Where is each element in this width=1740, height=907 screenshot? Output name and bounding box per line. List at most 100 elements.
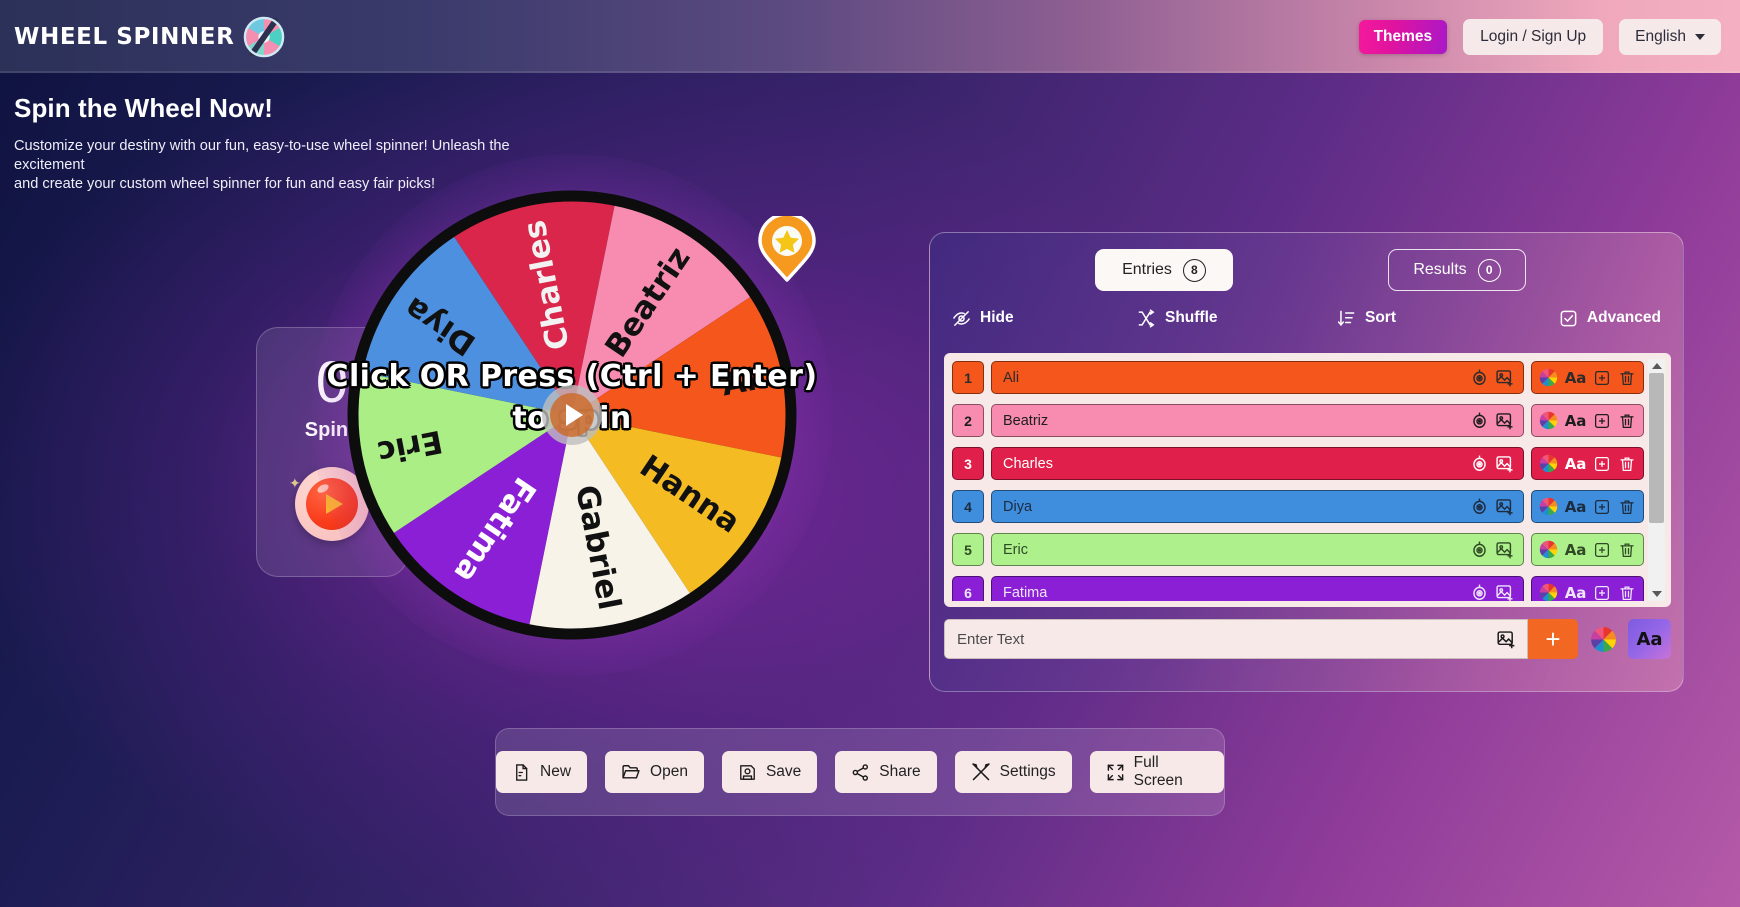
entry-row-quick-icons bbox=[1470, 583, 1515, 602]
entry-row: 1 Ali Aa bbox=[952, 359, 1644, 396]
add-image-icon[interactable] bbox=[1496, 629, 1517, 650]
add-entry-input-wrap[interactable]: Enter Text bbox=[944, 619, 1528, 659]
panel-tabs: Entries 8 Results 0 bbox=[930, 233, 1683, 307]
duplicate-icon[interactable] bbox=[1593, 369, 1611, 387]
eye-target-icon[interactable] bbox=[1470, 454, 1489, 473]
entries-scrollbar[interactable] bbox=[1648, 359, 1665, 601]
scrollbar-thumb[interactable] bbox=[1649, 373, 1664, 523]
bottom-toolbar-button-label: Full Screen bbox=[1133, 754, 1183, 789]
entry-row-font-button[interactable]: Aa bbox=[1565, 412, 1587, 430]
entry-row-input[interactable]: Ali bbox=[991, 361, 1524, 394]
scroll-up-arrow-icon[interactable] bbox=[1651, 363, 1662, 369]
add-image-icon[interactable] bbox=[1495, 368, 1515, 388]
entry-row: 2 Beatriz Aa bbox=[952, 402, 1644, 439]
bottom-toolbar-button-open[interactable]: Open bbox=[605, 751, 704, 793]
entry-row-text: Ali bbox=[1003, 369, 1020, 386]
tab-entries[interactable]: Entries 8 bbox=[1095, 249, 1233, 291]
play-icon bbox=[566, 404, 583, 426]
entry-row-quick-icons bbox=[1470, 497, 1515, 517]
bottom-toolbar-button-share[interactable]: Share bbox=[835, 751, 937, 793]
color-wheel-icon[interactable] bbox=[1539, 540, 1558, 559]
entry-row-input[interactable]: Charles bbox=[991, 447, 1524, 480]
bottom-toolbar-button-save[interactable]: Save bbox=[721, 751, 818, 793]
bottom-toolbar-button-full-screen[interactable]: Full Screen bbox=[1089, 751, 1224, 793]
entry-row-font-button[interactable]: Aa bbox=[1565, 498, 1587, 516]
language-selector[interactable]: English bbox=[1619, 18, 1721, 55]
bottom-toolbar-button-label: Share bbox=[879, 763, 921, 780]
entry-row-font-button[interactable]: Aa bbox=[1565, 541, 1587, 559]
entry-row-font-button[interactable]: Aa bbox=[1565, 584, 1587, 602]
eye-target-icon[interactable] bbox=[1470, 497, 1489, 516]
eye-target-icon[interactable] bbox=[1470, 411, 1489, 430]
add-image-icon[interactable] bbox=[1495, 583, 1515, 602]
shuffle-button[interactable]: Shuffle bbox=[1137, 308, 1337, 328]
trash-icon[interactable] bbox=[1618, 455, 1636, 473]
trash-icon[interactable] bbox=[1618, 584, 1636, 602]
entries-panel: Entries 8 Results 0 Hide Shuffle Sort Ad… bbox=[929, 232, 1684, 692]
themes-button[interactable]: Themes bbox=[1358, 19, 1448, 54]
entry-row-number: 2 bbox=[952, 404, 984, 437]
share-nodes-icon bbox=[851, 763, 870, 782]
add-image-icon[interactable] bbox=[1495, 411, 1515, 431]
entry-row-text: Charles bbox=[1003, 455, 1053, 472]
font-style-button[interactable]: Aa bbox=[1628, 619, 1671, 659]
entry-row-input[interactable]: Eric bbox=[991, 533, 1524, 566]
bottom-toolbar: New Open Save Share Settings Full Screen bbox=[495, 728, 1225, 816]
entry-row: 4 Diya Aa bbox=[952, 488, 1644, 525]
wheel-center-spin-button[interactable] bbox=[542, 385, 602, 445]
login-signup-button[interactable]: Login / Sign Up bbox=[1463, 18, 1604, 55]
add-entry-button[interactable]: + bbox=[1528, 619, 1578, 659]
tab-entries-count: 8 bbox=[1182, 258, 1206, 282]
bottom-toolbar-button-label: Save bbox=[765, 763, 802, 780]
tab-results[interactable]: Results 0 bbox=[1388, 249, 1526, 291]
duplicate-icon[interactable] bbox=[1593, 584, 1611, 602]
wheel-color-button[interactable] bbox=[1586, 619, 1620, 659]
eye-target-icon[interactable] bbox=[1470, 583, 1489, 601]
duplicate-icon[interactable] bbox=[1593, 498, 1611, 516]
color-wheel-icon[interactable] bbox=[1539, 454, 1558, 473]
floppy-save-icon bbox=[738, 763, 757, 782]
color-wheel-icon[interactable] bbox=[1539, 497, 1558, 516]
trash-icon[interactable] bbox=[1618, 498, 1636, 516]
entry-row-input[interactable]: Diya bbox=[991, 490, 1524, 523]
trash-icon[interactable] bbox=[1618, 369, 1636, 387]
duplicate-icon[interactable] bbox=[1593, 412, 1611, 430]
bottom-toolbar-button-label: Settings bbox=[999, 763, 1056, 780]
scrollbar-track[interactable] bbox=[1648, 373, 1665, 587]
advanced-label: Advanced bbox=[1586, 309, 1661, 326]
duplicate-icon[interactable] bbox=[1593, 541, 1611, 559]
add-image-icon[interactable] bbox=[1495, 454, 1515, 474]
eye-target-icon[interactable] bbox=[1470, 540, 1489, 559]
scroll-down-arrow-icon[interactable] bbox=[1651, 591, 1662, 597]
color-wheel-icon[interactable] bbox=[1539, 583, 1558, 601]
color-wheel-icon[interactable] bbox=[1539, 368, 1558, 387]
trash-icon[interactable] bbox=[1618, 412, 1636, 430]
bottom-toolbar-button-settings[interactable]: Settings bbox=[954, 751, 1072, 793]
entry-row-number: 5 bbox=[952, 533, 984, 566]
sort-button[interactable]: Sort bbox=[1337, 309, 1527, 328]
entry-row-font-button[interactable]: Aa bbox=[1565, 455, 1587, 473]
entry-row-input[interactable]: Fatima bbox=[991, 576, 1524, 601]
wheel-container[interactable]: Charles Beatriz Ali Hanna Gabriel Fatima Eric D… bbox=[311, 154, 833, 676]
entry-row-number: 3 bbox=[952, 447, 984, 480]
entry-row-tools: Aa bbox=[1531, 533, 1644, 566]
trash-icon[interactable] bbox=[1618, 541, 1636, 559]
add-image-icon[interactable] bbox=[1495, 497, 1515, 517]
entry-row-input[interactable]: Beatriz bbox=[991, 404, 1524, 437]
shuffle-label: Shuffle bbox=[1165, 309, 1218, 326]
folder-open-icon bbox=[621, 762, 641, 782]
bottom-toolbar-button-new[interactable]: New bbox=[496, 751, 588, 793]
brand[interactable]: WHEEL SPINNER bbox=[14, 16, 285, 58]
wheel-logo-icon bbox=[243, 16, 285, 58]
tab-entries-label: Entries bbox=[1122, 261, 1172, 278]
entry-row: 6 Fatima Aa bbox=[952, 574, 1644, 601]
color-wheel-icon[interactable] bbox=[1539, 411, 1558, 430]
add-image-icon[interactable] bbox=[1495, 540, 1515, 560]
entry-row-number: 6 bbox=[952, 576, 984, 601]
eye-target-icon[interactable] bbox=[1470, 368, 1489, 387]
duplicate-icon[interactable] bbox=[1593, 455, 1611, 473]
hide-button[interactable]: Hide bbox=[952, 309, 1137, 328]
entry-row-font-button[interactable]: Aa bbox=[1565, 369, 1587, 387]
sort-descending-icon bbox=[1337, 310, 1355, 326]
advanced-button[interactable]: Advanced bbox=[1559, 309, 1661, 328]
